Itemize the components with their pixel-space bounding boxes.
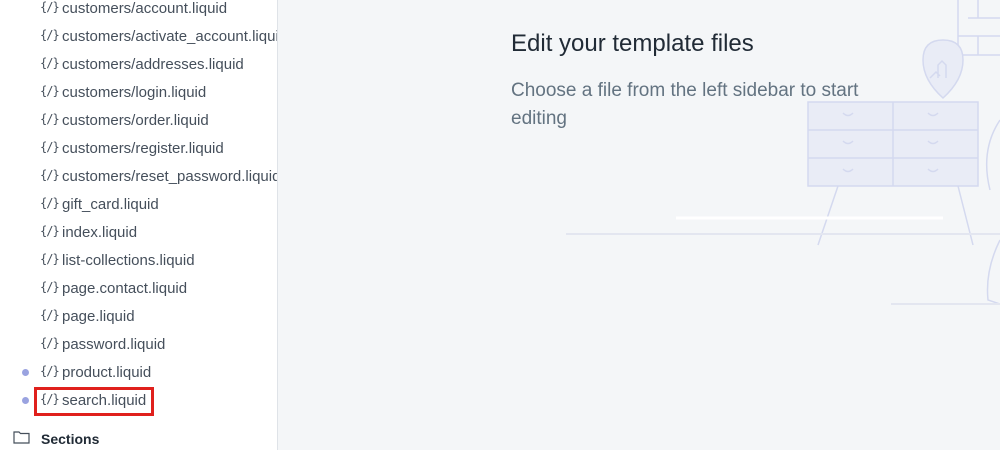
highlight-box bbox=[34, 387, 154, 416]
file-label: page.contact.liquid bbox=[62, 280, 188, 297]
file-label: password.liquid bbox=[62, 336, 166, 353]
file-label: customers/order.liquid bbox=[62, 112, 209, 129]
file-item-page[interactable]: {/} page.liquid bbox=[0, 305, 277, 329]
file-item-customers-order[interactable]: {/} customers/order.liquid bbox=[0, 109, 277, 133]
file-label: gift_card.liquid bbox=[62, 196, 159, 213]
modified-indicator-dot bbox=[22, 397, 29, 404]
file-label: customers/login.liquid bbox=[62, 84, 207, 101]
liquid-file-icon: {/} bbox=[40, 168, 60, 182]
liquid-file-icon: {/} bbox=[40, 280, 60, 294]
liquid-file-icon: {/} bbox=[40, 336, 60, 350]
liquid-file-icon: {/} bbox=[40, 28, 60, 42]
file-label: product.liquid bbox=[62, 364, 152, 381]
file-item-customers-activate-account[interactable]: {/} customers/activate_account.liquid bbox=[0, 25, 277, 49]
file-item-password[interactable]: {/} password.liquid bbox=[0, 333, 277, 357]
file-label: index.liquid bbox=[62, 224, 138, 241]
liquid-file-icon: {/} bbox=[40, 196, 60, 210]
folder-icon bbox=[13, 431, 30, 444]
file-sidebar: {/} customers/account.liquid {/} custome… bbox=[0, 0, 278, 450]
file-label: customers/account.liquid bbox=[62, 0, 228, 17]
file-item-product[interactable]: {/} product.liquid bbox=[0, 361, 277, 385]
liquid-file-icon: {/} bbox=[40, 252, 60, 266]
file-label: list-collections.liquid bbox=[62, 252, 195, 269]
modified-indicator-dot bbox=[22, 369, 29, 376]
file-label: page.liquid bbox=[62, 308, 135, 325]
liquid-file-icon: {/} bbox=[40, 224, 60, 238]
file-item-index[interactable]: {/} index.liquid bbox=[0, 221, 277, 245]
empty-state-description: Choose a file from the left sidebar to s… bbox=[511, 80, 859, 129]
file-item-customers-addresses[interactable]: {/} customers/addresses.liquid bbox=[0, 53, 277, 77]
empty-state-title: Edit your template files bbox=[511, 30, 754, 57]
file-item-list-collections[interactable]: {/} list-collections.liquid bbox=[0, 249, 277, 273]
file-label: customers/register.liquid bbox=[62, 140, 224, 157]
liquid-file-icon: {/} bbox=[40, 112, 60, 126]
liquid-file-icon: {/} bbox=[40, 140, 60, 154]
folder-sections[interactable]: Sections bbox=[0, 428, 277, 450]
file-item-customers-login[interactable]: {/} customers/login.liquid bbox=[0, 81, 277, 105]
file-item-page-contact[interactable]: {/} page.contact.liquid bbox=[0, 277, 277, 301]
folder-label: Sections bbox=[41, 431, 100, 447]
file-label: customers/addresses.liquid bbox=[62, 56, 244, 73]
liquid-file-icon: {/} bbox=[40, 308, 60, 322]
liquid-file-icon: {/} bbox=[40, 84, 60, 98]
file-item-customers-register[interactable]: {/} customers/register.liquid bbox=[0, 137, 277, 161]
liquid-file-icon: {/} bbox=[40, 0, 60, 14]
liquid-file-icon: {/} bbox=[40, 364, 60, 378]
file-item-customers-reset-password[interactable]: {/} customers/reset_password.liquid bbox=[0, 165, 277, 189]
file-item-customers-account[interactable]: {/} customers/account.liquid bbox=[0, 0, 277, 21]
file-label: customers/reset_password.liquid bbox=[62, 168, 278, 185]
file-label: customers/activate_account.liquid bbox=[62, 28, 278, 45]
editor-empty-state: Edit your template files Choose a file f… bbox=[278, 0, 1000, 450]
liquid-file-icon: {/} bbox=[40, 56, 60, 70]
file-item-gift-card[interactable]: {/} gift_card.liquid bbox=[0, 193, 277, 217]
